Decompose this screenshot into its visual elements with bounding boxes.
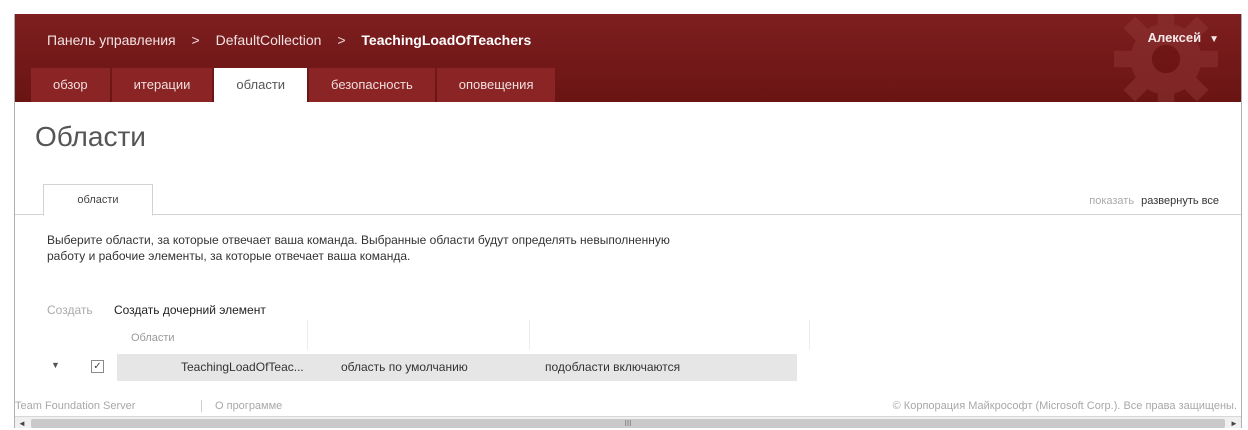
area-checkbox[interactable]: ✓	[91, 360, 104, 373]
expand-toggle-icon[interactable]: ▼	[51, 360, 60, 370]
user-menu[interactable]: Алексей ▼	[1148, 30, 1219, 45]
subareas-included-label: подобласти включаются	[545, 360, 681, 374]
scroll-thumb[interactable]: III	[31, 419, 1225, 428]
column-divider	[809, 320, 810, 350]
chevron-down-icon: ▼	[1209, 34, 1219, 45]
scroll-left-icon[interactable]: ◄	[15, 417, 29, 428]
app-window: Панель управления > DefaultCollection > …	[14, 14, 1242, 428]
tab-alerts[interactable]: оповещения	[436, 68, 556, 102]
column-divider	[307, 320, 308, 350]
breadcrumb-project[interactable]: TeachingLoadOfTeachers	[361, 32, 531, 48]
tab-security[interactable]: безопасность	[309, 68, 435, 102]
product-name: Team Foundation Server	[15, 400, 136, 412]
footer: Team Foundation Server О программе © Кор…	[15, 398, 1241, 414]
area-name: TeachingLoadOfTeac...	[181, 360, 304, 374]
tab-areas[interactable]: области	[214, 68, 308, 102]
horizontal-scrollbar[interactable]: ◄ III ►	[15, 416, 1241, 428]
default-area-label: область по умолчанию	[341, 360, 468, 374]
tab-iterations[interactable]: итерации	[111, 68, 213, 102]
footer-divider	[201, 400, 202, 412]
copyright-text: © Корпорация Майкрософт (Microsoft Corp.…	[892, 400, 1237, 412]
column-divider	[529, 320, 530, 350]
expand-all-link[interactable]: развернуть все	[1141, 195, 1219, 207]
grid-toolbar: Создать Создать дочерний элемент	[47, 303, 266, 317]
subtab-areas[interactable]: области	[43, 184, 153, 216]
gear-icon	[1114, 14, 1218, 102]
grid-header: Области	[117, 320, 810, 350]
areas-description: Выберите области, за которые отвечает ва…	[47, 233, 670, 263]
page-title: Области	[35, 121, 146, 152]
grip-icon: III	[624, 419, 632, 428]
create-child-button[interactable]: Создать дочерний элемент	[114, 303, 266, 317]
show-label: показать	[1089, 195, 1135, 207]
table-row[interactable]: ▼ ✓ TeachingLoadOfTeac... область по умо…	[45, 354, 813, 381]
breadcrumb-control-panel[interactable]: Панель управления	[47, 32, 176, 48]
tab-overview[interactable]: обзор	[31, 68, 110, 102]
user-name: Алексей	[1147, 30, 1202, 45]
areas-grid: Области ▼ ✓ TeachingLoadOfTeac... област…	[45, 320, 810, 384]
breadcrumb-separator: >	[337, 32, 346, 48]
column-header-areas[interactable]: Области	[131, 332, 175, 344]
breadcrumb-collection[interactable]: DefaultCollection	[216, 32, 322, 48]
breadcrumb-separator: >	[191, 32, 200, 48]
view-controls: показать развернуть все	[1089, 195, 1219, 207]
about-link[interactable]: О программе	[215, 400, 282, 412]
create-button[interactable]: Создать	[47, 303, 93, 317]
subtab-bar: области показать развернуть все	[15, 176, 1241, 216]
breadcrumb: Панель управления > DefaultCollection > …	[47, 32, 531, 48]
header-bar: Панель управления > DefaultCollection > …	[15, 14, 1241, 102]
scroll-right-icon[interactable]: ►	[1227, 417, 1241, 428]
admin-tabs: обзор итерации области безопасность опов…	[31, 68, 557, 102]
